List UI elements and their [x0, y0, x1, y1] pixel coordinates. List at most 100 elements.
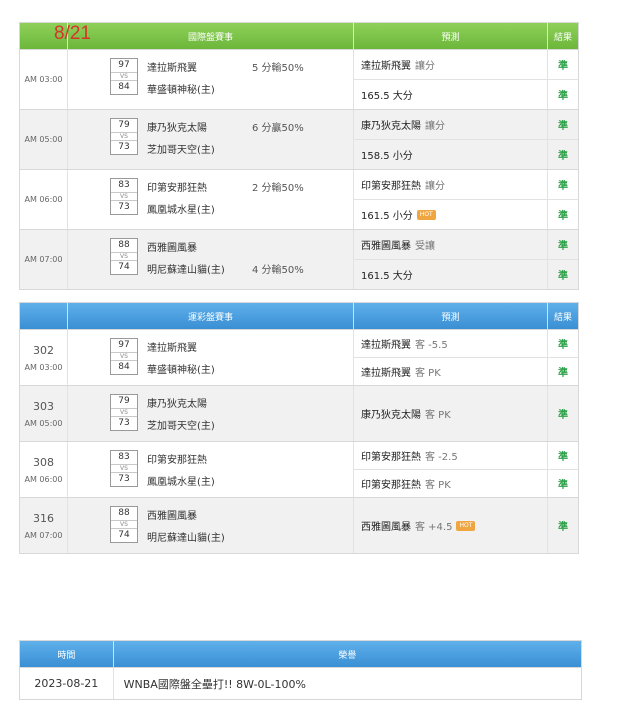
score-team-a: 88 [118, 240, 130, 250]
result-accurate: 準 [558, 368, 568, 379]
prediction-note: 讓分 [415, 61, 435, 72]
intl-body: AM 03:00 97 VS 84 達拉斯飛翼 華盛頓神秘(主) 5 分輸50% 達拉斯飛翼讓… [20, 49, 578, 289]
hot-badge: HOT [456, 520, 476, 531]
team-a-name: 達拉斯飛翼 [147, 63, 197, 74]
score-team-b: 73 [118, 202, 130, 212]
team-b-name: 鳳凰城水星(主) [147, 477, 215, 488]
score-team-a: 97 [118, 60, 130, 70]
prediction-column: 西雅圖風暴客 +4.5 HOT 準 [354, 498, 578, 553]
vs-label: VS [111, 132, 137, 141]
prediction-column: 康乃狄克太陽客 PK 準 [354, 386, 578, 441]
intl-header-pred: 預測 [354, 23, 548, 49]
game-number: 316 [33, 511, 54, 525]
game-time-cell: AM 05:00 [20, 110, 68, 169]
team-a-name: 康乃狄克太陽 [147, 399, 207, 410]
team-a-name: 西雅圖風暴 [147, 243, 197, 254]
score-box: 83 VS 73 [110, 178, 138, 215]
score-team-b: 84 [118, 82, 130, 92]
spread-result: 6 分贏50% [252, 123, 304, 134]
game-time-cell: 303 AM 05:00 [20, 386, 68, 441]
team-b-name: 明尼蘇達山貓(主) [147, 265, 225, 276]
result-accurate: 準 [558, 340, 568, 351]
prediction-row: 西雅圖風暴 受讓準 [354, 230, 578, 260]
game-row: 316 AM 07:00 88 VS 74 西雅圖風暴 明尼蘇達山貓(主) 西雅圖風暴客 +4… [20, 497, 578, 553]
lottery-header-match: 運彩盤賽事 [68, 303, 354, 329]
matchup-cell: 97 VS 84 達拉斯飛翼 華盛頓神秘(主) 5 分輸50% [68, 50, 354, 109]
prediction-text: 達拉斯飛翼 [361, 61, 411, 72]
score-box: 97 VS 84 [110, 58, 138, 95]
team-a-name: 達拉斯飛翼 [147, 343, 197, 354]
score-team-a: 97 [118, 340, 130, 350]
prediction-cell: 西雅圖風暴客 +4.5 HOT [354, 498, 548, 553]
prediction-cell: 161.5 小分 HOT [354, 200, 548, 229]
honor-row: 2023-08-21 WNBA國際盤全壘打!! 8W-0L-100% [20, 667, 581, 699]
result-accurate: 準 [558, 211, 568, 222]
team-b-name: 華盛頓神秘(主) [147, 85, 215, 96]
prediction-note: 讓分 [425, 121, 445, 132]
prediction-cell: 達拉斯飛翼 讓分 [354, 50, 548, 79]
game-time: AM 06:00 [24, 474, 63, 484]
prediction-row: 158.5 小分 準 [354, 140, 578, 169]
score-box: 83 VS 73 [110, 450, 138, 487]
score-team-a: 83 [118, 452, 130, 462]
matchup-cell: 83 VS 73 印第安那狂熱 鳳凰城水星(主) 2 分輸50% [68, 170, 354, 229]
game-row: 302 AM 03:00 97 VS 84 達拉斯飛翼 華盛頓神秘(主) 達拉斯飛翼客 -5.… [20, 329, 578, 385]
prediction-column: 印第安那狂熱客 -2.5 準印第安那狂熱客 PK 準 [354, 442, 578, 497]
result-accurate: 準 [558, 410, 568, 421]
result-accurate: 準 [558, 452, 568, 463]
prediction-column: 西雅圖風暴 受讓準 161.5 大分 準 [354, 230, 578, 289]
score-team-b: 84 [118, 362, 130, 372]
prediction-text: 達拉斯飛翼 [361, 368, 411, 379]
lottery-body: 302 AM 03:00 97 VS 84 達拉斯飛翼 華盛頓神秘(主) 達拉斯飛翼客 -5.… [20, 329, 578, 553]
prediction-row: 康乃狄克太陽 讓分準 [354, 110, 578, 140]
lottery-panel: 運彩盤賽事 預測 結果 302 AM 03:00 97 VS 84 達拉斯飛翼 華盛頓神秘(… [19, 302, 579, 554]
prediction-text: 西雅圖風暴 [361, 241, 411, 252]
vs-label: VS [111, 72, 137, 81]
game-time: AM 05:00 [24, 418, 63, 428]
prediction-row: 印第安那狂熱 讓分準 [354, 170, 578, 200]
game-row: 308 AM 06:00 83 VS 73 印第安那狂熱 鳳凰城水星(主) 印第安那狂熱客 -… [20, 441, 578, 497]
prediction-cell: 161.5 大分 [354, 260, 548, 289]
result-accurate: 準 [558, 61, 568, 72]
result-accurate: 準 [558, 121, 568, 132]
prediction-row: 165.5 大分 準 [354, 80, 578, 109]
prediction-text: 161.5 小分 [361, 211, 413, 222]
score-box: 97 VS 84 [110, 338, 138, 375]
score-team-b: 73 [118, 142, 130, 152]
vs-label: VS [111, 252, 137, 261]
result-accurate: 準 [558, 151, 568, 162]
game-row: AM 03:00 97 VS 84 達拉斯飛翼 華盛頓神秘(主) 5 分輸50% 達拉斯飛翼讓… [20, 49, 578, 109]
prediction-cell: 康乃狄克太陽 讓分 [354, 110, 548, 139]
team-a-name: 印第安那狂熱 [147, 455, 207, 466]
prediction-text: 印第安那狂熱 [361, 181, 421, 192]
matchup-cell: 79 VS 73 康乃狄克太陽 芝加哥天空(主) [68, 386, 354, 441]
vs-label: VS [111, 352, 137, 361]
prediction-column: 達拉斯飛翼客 -5.5 準達拉斯飛翼客 PK 準 [354, 330, 578, 385]
result-accurate: 準 [558, 241, 568, 252]
intl-header-match: 國際盤賽事 [68, 23, 354, 49]
prediction-row: 印第安那狂熱客 PK 準 [354, 470, 578, 497]
prediction-text: 161.5 大分 [361, 271, 413, 282]
prediction-column: 達拉斯飛翼 讓分準 165.5 大分準 [354, 50, 578, 109]
game-row: AM 07:00 88 VS 74 西雅圖風暴 明尼蘇達山貓(主) 4 分輸50% 西雅圖風暴… [20, 229, 578, 289]
team-b-name: 明尼蘇達山貓(主) [147, 533, 225, 544]
prediction-column: 康乃狄克太陽 讓分準 158.5 小分準 [354, 110, 578, 169]
matchup-cell: 79 VS 73 康乃狄克太陽 芝加哥天空(主) 6 分贏50% [68, 110, 354, 169]
honor-header-time: 時間 [20, 641, 114, 667]
game-time: AM 03:00 [24, 362, 63, 372]
prediction-cell: 達拉斯飛翼客 PK [354, 358, 548, 385]
team-b-name: 鳳凰城水星(主) [147, 205, 215, 216]
prediction-row: 康乃狄克太陽客 PK 準 [354, 386, 578, 441]
prediction-text: 達拉斯飛翼 [361, 340, 411, 351]
game-time-cell: 302 AM 03:00 [20, 330, 68, 385]
score-team-a: 88 [118, 508, 130, 518]
game-time: AM 05:00 [24, 135, 63, 144]
team-a-name: 印第安那狂熱 [147, 183, 207, 194]
lottery-header-result: 結果 [553, 312, 572, 323]
score-team-a: 79 [118, 120, 130, 130]
honor-body: 2023-08-21 WNBA國際盤全壘打!! 8W-0L-100% [20, 667, 581, 699]
honor-header-honor: 榮譽 [338, 650, 357, 661]
result-accurate: 準 [558, 271, 568, 282]
prediction-text: 康乃狄克太陽 [361, 121, 421, 132]
score-box: 88 VS 74 [110, 238, 138, 275]
